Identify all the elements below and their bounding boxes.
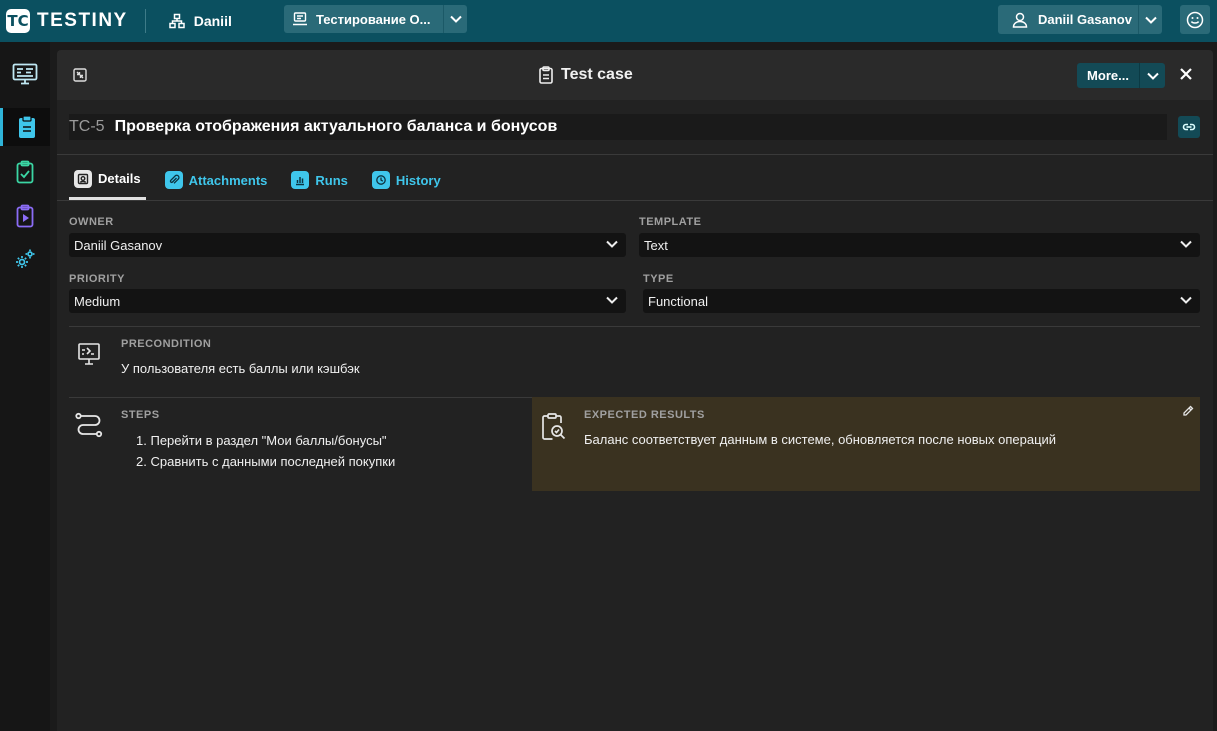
history-icon — [371, 171, 390, 189]
sidebar-item-settings[interactable] — [0, 241, 50, 279]
settings-gears-icon — [16, 249, 35, 268]
tab-label: History — [395, 172, 441, 188]
test-case-panel: Test case More... TC-5 Проверка отображе… — [57, 50, 1213, 731]
type-value: Functional — [648, 293, 708, 309]
tab-label: Details — [98, 171, 141, 186]
priority-value: Medium — [74, 293, 121, 309]
type-select[interactable]: Functional — [643, 289, 1200, 313]
clipboard-icon — [18, 115, 35, 138]
clipboard-check-icon — [16, 160, 34, 184]
bar-chart-icon — [291, 171, 310, 189]
close-icon — [1180, 68, 1192, 80]
type-label: TYPE — [643, 273, 674, 285]
precondition-monitor-icon — [78, 343, 100, 365]
organization-selector[interactable]: Daniil — [168, 13, 232, 29]
template-select[interactable]: Text — [639, 233, 1200, 257]
tab-attachments[interactable]: Attachments — [160, 160, 273, 200]
divider — [57, 200, 1213, 201]
template-value: Text — [644, 237, 668, 253]
project-icon — [293, 12, 307, 26]
sitemap-icon — [168, 13, 185, 29]
owner-label: OWNER — [69, 216, 114, 228]
user-name: Daniil Gasanov — [1038, 12, 1132, 27]
expected-results-text: Баланс соответствует данным в системе, о… — [584, 432, 1057, 447]
feedback-button[interactable] — [1180, 5, 1210, 34]
logo[interactable]: TC TESTINY — [6, 9, 128, 33]
test-case-title[interactable]: Проверка отображения актуального баланса… — [115, 118, 558, 136]
project-selector[interactable]: Тестирование О... — [284, 5, 467, 33]
link-icon — [1182, 123, 1196, 131]
collapse-icon — [73, 68, 87, 82]
chevron-down-icon — [1144, 16, 1157, 24]
edit-button[interactable] — [1182, 405, 1194, 417]
sidebar-item-test-cases[interactable] — [0, 108, 50, 146]
more-label: More... — [1087, 68, 1129, 83]
close-button[interactable] — [1179, 67, 1193, 81]
precondition-text: У пользователя есть баллы или кэшбэк — [121, 361, 360, 376]
step-item: 1. Перейти в раздел "Мои баллы/бонусы" — [136, 433, 387, 448]
more-dropdown-button[interactable] — [1139, 63, 1165, 88]
expected-results-label: EXPECTED RESULTS — [584, 409, 705, 421]
tab-label: Attachments — [188, 172, 268, 188]
chevron-down-icon — [606, 296, 618, 304]
steps-label: STEPS — [121, 409, 160, 421]
panel-title: Test case — [539, 66, 633, 84]
tab-bar: Details Attachments Runs History — [69, 160, 460, 200]
paperclip-icon — [164, 171, 183, 189]
sidebar-item-dashboard[interactable] — [0, 55, 50, 93]
divider — [144, 9, 146, 33]
sidebar — [0, 42, 50, 731]
clipboard-play-icon — [16, 204, 34, 228]
user-menu[interactable]: Daniil Gasanov — [998, 5, 1162, 34]
owner-value: Daniil Gasanov — [74, 237, 163, 253]
panel-header: Test case More... — [57, 50, 1213, 100]
template-label: TEMPLATE — [639, 216, 702, 228]
clipboard-search-icon — [542, 413, 566, 440]
sidebar-item-test-runs[interactable] — [0, 153, 50, 191]
divider — [69, 397, 532, 398]
priority-select[interactable]: Medium — [69, 289, 626, 313]
chevron-down-icon — [606, 240, 618, 248]
copy-link-button[interactable] — [1178, 116, 1200, 138]
chevron-down-icon — [1146, 72, 1159, 80]
chevron-down-icon — [1180, 296, 1192, 304]
project-name: Тестирование О... — [316, 11, 431, 27]
project-dropdown-button[interactable] — [443, 5, 467, 33]
expected-results-box: EXPECTED RESULTS Баланс соответствует да… — [532, 397, 1200, 491]
precondition-label: PRECONDITION — [121, 338, 212, 350]
more-button[interactable]: More... — [1077, 63, 1165, 88]
pencil-icon — [1183, 405, 1194, 416]
user-icon — [1012, 12, 1028, 28]
owner-select[interactable]: Daniil Gasanov — [69, 233, 626, 257]
logo-text: TESTINY — [37, 10, 128, 31]
divider — [57, 154, 1213, 155]
top-bar: TC TESTINY Daniil Тестирование О... Dani… — [0, 0, 1217, 42]
monitor-icon — [12, 63, 38, 85]
tab-runs[interactable]: Runs — [286, 160, 353, 200]
organization-name: Daniil — [193, 13, 232, 29]
clipboard-icon — [539, 66, 553, 84]
test-case-id: TC-5 — [69, 118, 105, 135]
step-item: 2. Сравнить с данными последней покупки — [136, 454, 396, 469]
tab-history[interactable]: History — [367, 160, 446, 200]
divider — [69, 326, 1200, 327]
sidebar-item-test-plans[interactable] — [0, 197, 50, 235]
steps-list: 1. Перейти в раздел "Мои баллы/бонусы" 2… — [136, 430, 395, 472]
smiley-icon — [1186, 11, 1204, 28]
logo-mark: TC — [6, 9, 30, 33]
chevron-down-icon — [449, 15, 462, 23]
collapse-button[interactable] — [73, 68, 87, 82]
user-dropdown-button[interactable] — [1138, 5, 1162, 34]
chevron-down-icon — [1180, 240, 1192, 248]
test-case-title-field[interactable]: TC-5 Проверка отображения актуального ба… — [69, 114, 1167, 140]
priority-label: PRIORITY — [69, 273, 125, 285]
steps-path-icon — [75, 412, 103, 438]
tab-details[interactable]: Details — [69, 160, 146, 200]
panel-title-text: Test case — [561, 66, 633, 83]
tab-label: Runs — [315, 172, 348, 188]
details-icon — [74, 169, 92, 188]
